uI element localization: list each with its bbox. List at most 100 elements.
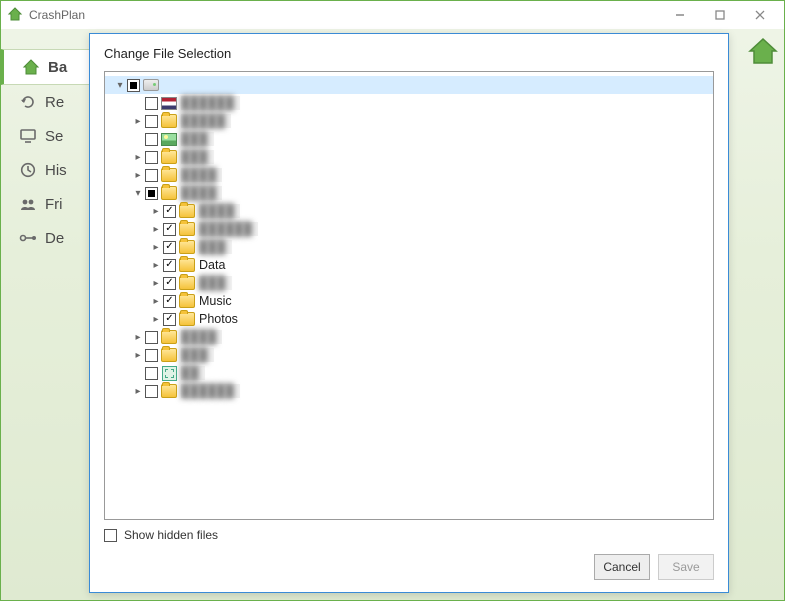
tree-label: █████ xyxy=(181,114,231,128)
folder-icon xyxy=(161,150,177,164)
tree-row[interactable]: ▸ Music xyxy=(105,292,713,310)
tree-label: Data xyxy=(199,258,231,272)
tree-label: ██████ xyxy=(181,96,240,110)
tree-row[interactable]: ███ xyxy=(105,130,713,148)
sidebar-item-label: Ba xyxy=(48,59,67,76)
tree-row[interactable]: ██ xyxy=(105,364,713,382)
clock-icon xyxy=(19,161,37,179)
sidebar-item-label: De xyxy=(45,230,64,247)
dialog-title: Change File Selection xyxy=(104,46,714,61)
tree-row[interactable]: ▸ ██████ xyxy=(105,220,713,238)
app-icon xyxy=(7,6,23,25)
destination-icon xyxy=(19,229,37,247)
tree-label: ███ xyxy=(199,240,232,254)
tree-label: ███ xyxy=(181,132,214,146)
app-window: CrashPlan Ba Re Se His xyxy=(0,0,785,601)
expand-toggle[interactable]: ▾ xyxy=(131,186,145,200)
tree-checkbox[interactable] xyxy=(145,133,158,146)
tree-row[interactable]: ▸██████ xyxy=(105,382,713,400)
tree-row[interactable]: ▸ ████ xyxy=(105,328,713,346)
change-file-selection-dialog: Change File Selection ▾██████▸████████▸█… xyxy=(89,33,729,593)
expand-toggle[interactable]: ▸ xyxy=(131,114,145,128)
tree-row[interactable]: ▸ █████ xyxy=(105,112,713,130)
tree-checkbox[interactable] xyxy=(145,187,158,200)
expand-toggle[interactable]: ▸ xyxy=(149,222,163,236)
folder-icon xyxy=(161,330,177,344)
tree-label: Photos xyxy=(199,312,244,326)
cancel-button[interactable]: Cancel xyxy=(594,554,650,580)
folder-icon xyxy=(179,276,195,290)
tree-row[interactable]: ▸ Photos xyxy=(105,310,713,328)
expand-toggle[interactable]: ▸ xyxy=(149,258,163,272)
tree-row[interactable]: ▸███ xyxy=(105,346,713,364)
tree-checkbox[interactable] xyxy=(145,385,158,398)
tree-checkbox[interactable] xyxy=(145,331,158,344)
tree-checkbox[interactable] xyxy=(145,151,158,164)
tree-row[interactable]: ██████ xyxy=(105,94,713,112)
tree-row[interactable]: ▸ ████ xyxy=(105,166,713,184)
expand-toggle[interactable]: ▸ xyxy=(131,348,145,362)
tree-checkbox[interactable] xyxy=(145,169,158,182)
tree-checkbox[interactable] xyxy=(163,295,176,308)
tree-checkbox[interactable] xyxy=(163,313,176,326)
folder-icon xyxy=(161,186,177,200)
folder-icon xyxy=(179,204,195,218)
tree-row[interactable]: ▸███ xyxy=(105,274,713,292)
folder-icon xyxy=(161,384,177,398)
expand-toggle[interactable]: ▸ xyxy=(149,204,163,218)
folder-icon xyxy=(179,258,195,272)
expand-toggle[interactable]: ▾ xyxy=(113,78,127,92)
tree-checkbox[interactable] xyxy=(163,241,176,254)
folder-icon xyxy=(179,222,195,236)
expand-toggle[interactable]: ▸ xyxy=(131,330,145,344)
expand-toggle[interactable]: ▸ xyxy=(149,240,163,254)
monitor-icon xyxy=(19,127,37,145)
tree-checkbox[interactable] xyxy=(145,349,158,362)
folder-icon xyxy=(179,240,195,254)
show-hidden-checkbox[interactable] xyxy=(104,529,117,542)
tree-checkbox[interactable] xyxy=(145,97,158,110)
expand-toggle[interactable]: ▸ xyxy=(149,294,163,308)
header-logo-icon xyxy=(748,35,778,68)
tree-checkbox[interactable] xyxy=(127,79,140,92)
tree-checkbox[interactable] xyxy=(163,259,176,272)
img-icon xyxy=(161,132,177,146)
expand-toggle[interactable]: ▸ xyxy=(131,150,145,164)
tree-checkbox[interactable] xyxy=(163,205,176,218)
sidebar-item-label: Re xyxy=(45,94,64,111)
file-tree: ▾██████▸████████▸███▸████▾████▸████▸████… xyxy=(105,76,713,400)
maximize-button[interactable] xyxy=(700,2,740,28)
tree-checkbox[interactable] xyxy=(145,115,158,128)
file-tree-container[interactable]: ▾██████▸████████▸███▸████▾████▸████▸████… xyxy=(104,71,714,520)
tree-checkbox[interactable] xyxy=(163,223,176,236)
tree-checkbox[interactable] xyxy=(145,367,158,380)
tree-label: Music xyxy=(199,294,238,308)
tree-label: ██████ xyxy=(199,222,258,236)
sidebar-item-label: His xyxy=(45,162,67,179)
tree-row[interactable]: ▸ ███ xyxy=(105,238,713,256)
drive-icon xyxy=(143,78,159,92)
tree-row[interactable]: ▸ ███ xyxy=(105,148,713,166)
save-button[interactable]: Save xyxy=(658,554,714,580)
sidebar-item-label: Se xyxy=(45,128,63,145)
tree-row[interactable]: ▸ Data xyxy=(105,256,713,274)
tree-label: ████ xyxy=(181,330,222,344)
tree-label: ████ xyxy=(181,186,222,200)
tree-row[interactable]: ▾ xyxy=(105,76,713,94)
restore-icon xyxy=(19,93,37,111)
sidebar-item-label: Fri xyxy=(45,196,63,213)
expand-toggle[interactable]: ▸ xyxy=(131,168,145,182)
tree-label: ████ xyxy=(181,168,222,182)
home-icon xyxy=(22,58,40,76)
tree-checkbox[interactable] xyxy=(163,277,176,290)
expand-toggle[interactable]: ▸ xyxy=(131,384,145,398)
tree-row[interactable]: ▾ ████ xyxy=(105,184,713,202)
expand-toggle[interactable]: ▸ xyxy=(149,276,163,290)
tree-label: ████ xyxy=(199,204,240,218)
expand-toggle[interactable]: ▸ xyxy=(149,312,163,326)
close-button[interactable] xyxy=(740,2,780,28)
minimize-button[interactable] xyxy=(660,2,700,28)
expand-toggle xyxy=(131,96,145,110)
tree-row[interactable]: ▸ ████ xyxy=(105,202,713,220)
tree-label: ███ xyxy=(181,150,214,164)
